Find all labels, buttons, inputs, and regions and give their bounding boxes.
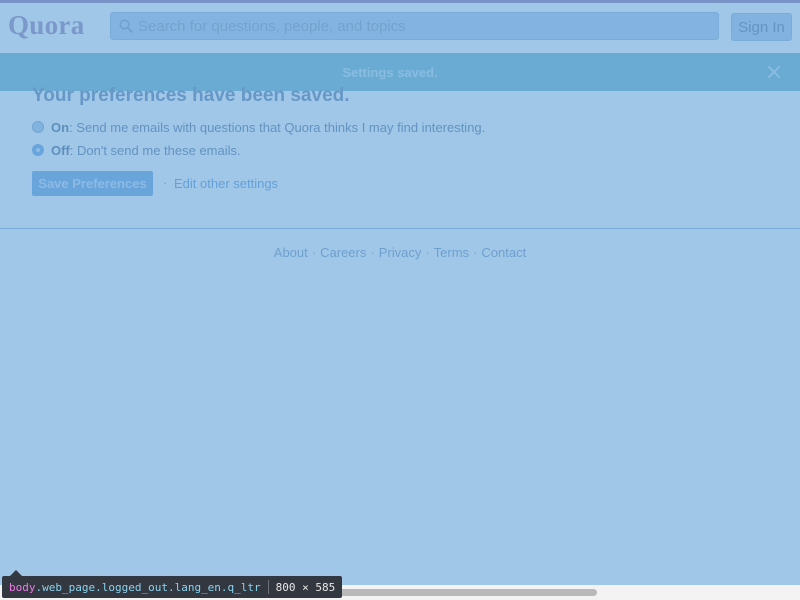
footer-separator: · [370, 245, 375, 260]
radio-off[interactable] [32, 144, 44, 156]
radio-on[interactable] [32, 121, 44, 133]
devtools-inspect-tooltip: body .web_page.logged_out.lang_en.q_ltr 8… [2, 570, 343, 598]
option-on-label: On: Send me emails with questions that Q… [51, 119, 486, 135]
edit-other-settings-link[interactable]: Edit other settings [174, 176, 278, 191]
page-title: Your preferences have been saved. [32, 85, 350, 106]
option-on-row[interactable]: On: Send me emails with questions that Q… [32, 118, 485, 136]
tooltip-divider [267, 580, 269, 594]
sign-in-button[interactable]: Sign In [731, 13, 792, 41]
header-bar: Quora Sign In [0, 3, 800, 53]
footer-separator: · [425, 245, 430, 260]
tooltip-size: 800 × 585 [275, 580, 336, 594]
footer-link-terms[interactable]: Terms [434, 245, 469, 260]
footer-link-careers[interactable]: Careers [320, 245, 366, 260]
tooltip-classes: .web_page.logged_out.lang_en.q_ltr [35, 580, 261, 594]
footer-separator: · [473, 245, 478, 260]
page: Quora Sign In Settings saved. Your prefe… [0, 0, 800, 585]
option-off-row[interactable]: Off: Don't send me these emails. [32, 141, 241, 159]
footer-link-privacy[interactable]: Privacy [379, 245, 422, 260]
search-box[interactable] [110, 12, 719, 40]
close-icon[interactable] [768, 66, 780, 78]
footer-divider [0, 228, 800, 229]
footer-separator: · [311, 245, 317, 260]
option-off-label: Off: Don't send me these emails. [51, 142, 241, 158]
save-preferences-button[interactable]: Save Preferences [32, 171, 153, 196]
search-icon [119, 19, 133, 33]
search-input[interactable] [138, 13, 708, 39]
tooltip-tag: body [9, 580, 36, 594]
footer-links: About · Careers · Privacy · Terms · Contact [0, 245, 800, 260]
footer-link-contact[interactable]: Contact [481, 245, 526, 260]
quora-logo[interactable]: Quora [8, 10, 85, 41]
footer-link-about[interactable]: About [274, 245, 308, 260]
separator-dot: · [163, 175, 168, 190]
